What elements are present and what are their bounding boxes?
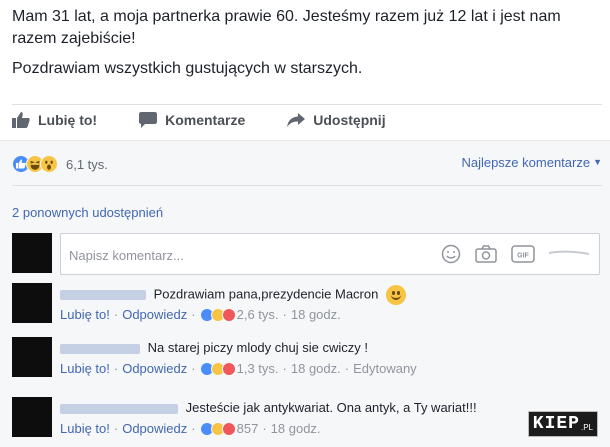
watermark-sub: .PL [580, 423, 593, 432]
comment-like-link[interactable]: Lubię to! [60, 361, 110, 376]
comment-edited-label[interactable]: Edytowany [353, 361, 417, 376]
like-button-label: Lubię to! [38, 111, 98, 128]
post-text-line2: Pozdrawiam wszystkich gustujących w star… [12, 60, 363, 77]
comment-reaction-count[interactable]: 857 [237, 421, 259, 436]
sticker-icon[interactable] [549, 249, 589, 259]
separator-dot: · [191, 421, 196, 436]
separator-dot: · [113, 361, 119, 376]
reactions-summary[interactable]: 6,1 tys. Najlepsze komentarze ▼ [12, 153, 602, 175]
comment-reply-link[interactable]: Odpowiedz [122, 361, 187, 376]
comment-timestamp[interactable]: 18 godz. [291, 307, 341, 322]
wow-reaction-icon [40, 155, 58, 173]
love-reaction-icon [221, 421, 236, 436]
share-button-label: Udostępnij [313, 111, 386, 128]
watermark-main: KIEP [532, 414, 580, 434]
comment-timestamp[interactable]: 18 godz. [291, 361, 341, 376]
comment-text: Jesteście jak antykwariat. Ona antyk, a … [185, 400, 477, 415]
love-reaction-icon [221, 307, 236, 322]
post-action-bar: Lubię to! Komentarze Udostępnij [12, 104, 602, 134]
share-icon [287, 112, 306, 127]
separator-dot: · [282, 361, 287, 376]
separator-dot: · [262, 421, 267, 436]
reaction-icons [12, 155, 58, 173]
post-body: Mam 31 lat, a moja partnerka prawie 60. … [12, 6, 602, 80]
post-text-line1: Mam 31 lat, a moja partnerka prawie 60. … [12, 8, 561, 47]
comment-composer[interactable]: GIF [60, 233, 600, 275]
separator-dot: · [113, 307, 119, 322]
comments-area: 6,1 tys. Najlepsze komentarze ▼ 2 ponowny… [0, 140, 610, 447]
comment-button[interactable]: Komentarze [139, 111, 246, 128]
separator-dot: · [113, 421, 119, 436]
reaction-count: 6,1 tys. [66, 156, 108, 172]
comment-meta: Lubię to! · Odpowiedz · 1,3 tys. · 18 go… [60, 361, 417, 376]
separator-dot: · [191, 307, 196, 322]
sort-comments-label: Najlepsze komentarze [461, 155, 591, 170]
sort-comments-dropdown[interactable]: Najlepsze komentarze ▼ [461, 155, 602, 170]
shares-link[interactable]: 2 ponownych udostępnień [12, 205, 163, 220]
comment-icon [139, 111, 158, 128]
comment-reaction-icons[interactable] [199, 361, 236, 376]
comment-author-name[interactable] [60, 290, 146, 300]
smiley-emoji-icon [385, 285, 406, 305]
current-user-avatar[interactable] [12, 233, 52, 273]
comment-text: Pozdrawiam pana,prezydencie Macron [153, 286, 379, 302]
comment-meta: Lubię to! · Odpowiedz · 2,6 tys. · 18 go… [60, 307, 341, 322]
emoji-icon[interactable] [441, 244, 461, 264]
divider [12, 185, 602, 186]
composer-icons: GIF [427, 244, 589, 264]
comment-reply-link[interactable]: Odpowiedz [122, 307, 187, 322]
comment-line: Na starej piczy mlody chuj sie cwiczy ! [60, 339, 368, 357]
comment-author-avatar[interactable] [12, 283, 52, 323]
comment-author-name[interactable] [60, 343, 140, 354]
comment-meta: Lubię to! · Odpowiedz · 857 · 18 godz. [60, 421, 321, 436]
comment-author-avatar[interactable] [12, 397, 52, 437]
camera-icon[interactable] [475, 245, 497, 263]
comment-input[interactable] [69, 245, 449, 265]
share-button[interactable]: Udostępnij [287, 111, 386, 128]
comment-button-label: Komentarze [165, 111, 246, 128]
comment-reaction-count[interactable]: 1,3 tys. [237, 361, 279, 376]
gif-icon[interactable]: GIF [511, 245, 535, 263]
comment-timestamp[interactable]: 18 godz. [271, 421, 321, 436]
comment-like-link[interactable]: Lubię to! [60, 307, 110, 322]
comment-line: Jesteście jak antykwariat. Ona antyk, a … [60, 399, 477, 417]
love-reaction-icon [221, 361, 236, 376]
like-button[interactable]: Lubię to! [12, 111, 98, 128]
separator-dot: · [282, 307, 287, 322]
comment-line: Pozdrawiam pana,prezydencie Macron [60, 285, 406, 305]
comment-reaction-count[interactable]: 2,6 tys. [237, 307, 279, 322]
comment-text: Na starej piczy mlody chuj sie cwiczy ! [147, 340, 368, 355]
comment-reply-link[interactable]: Odpowiedz [122, 421, 187, 436]
kiep-watermark-logo: KIEP .PL [527, 411, 598, 437]
separator-dot: · [191, 361, 196, 376]
svg-text:GIF: GIF [517, 253, 529, 260]
thumbs-up-icon [12, 111, 30, 128]
separator-dot: · [344, 361, 350, 376]
caret-down-icon: ▼ [593, 157, 602, 167]
comment-author-avatar[interactable] [12, 337, 52, 377]
comment-author-name[interactable] [60, 403, 178, 414]
comment-reaction-icons[interactable] [199, 421, 236, 436]
comment-like-link[interactable]: Lubię to! [60, 421, 110, 436]
comment-reaction-icons[interactable] [199, 307, 236, 322]
